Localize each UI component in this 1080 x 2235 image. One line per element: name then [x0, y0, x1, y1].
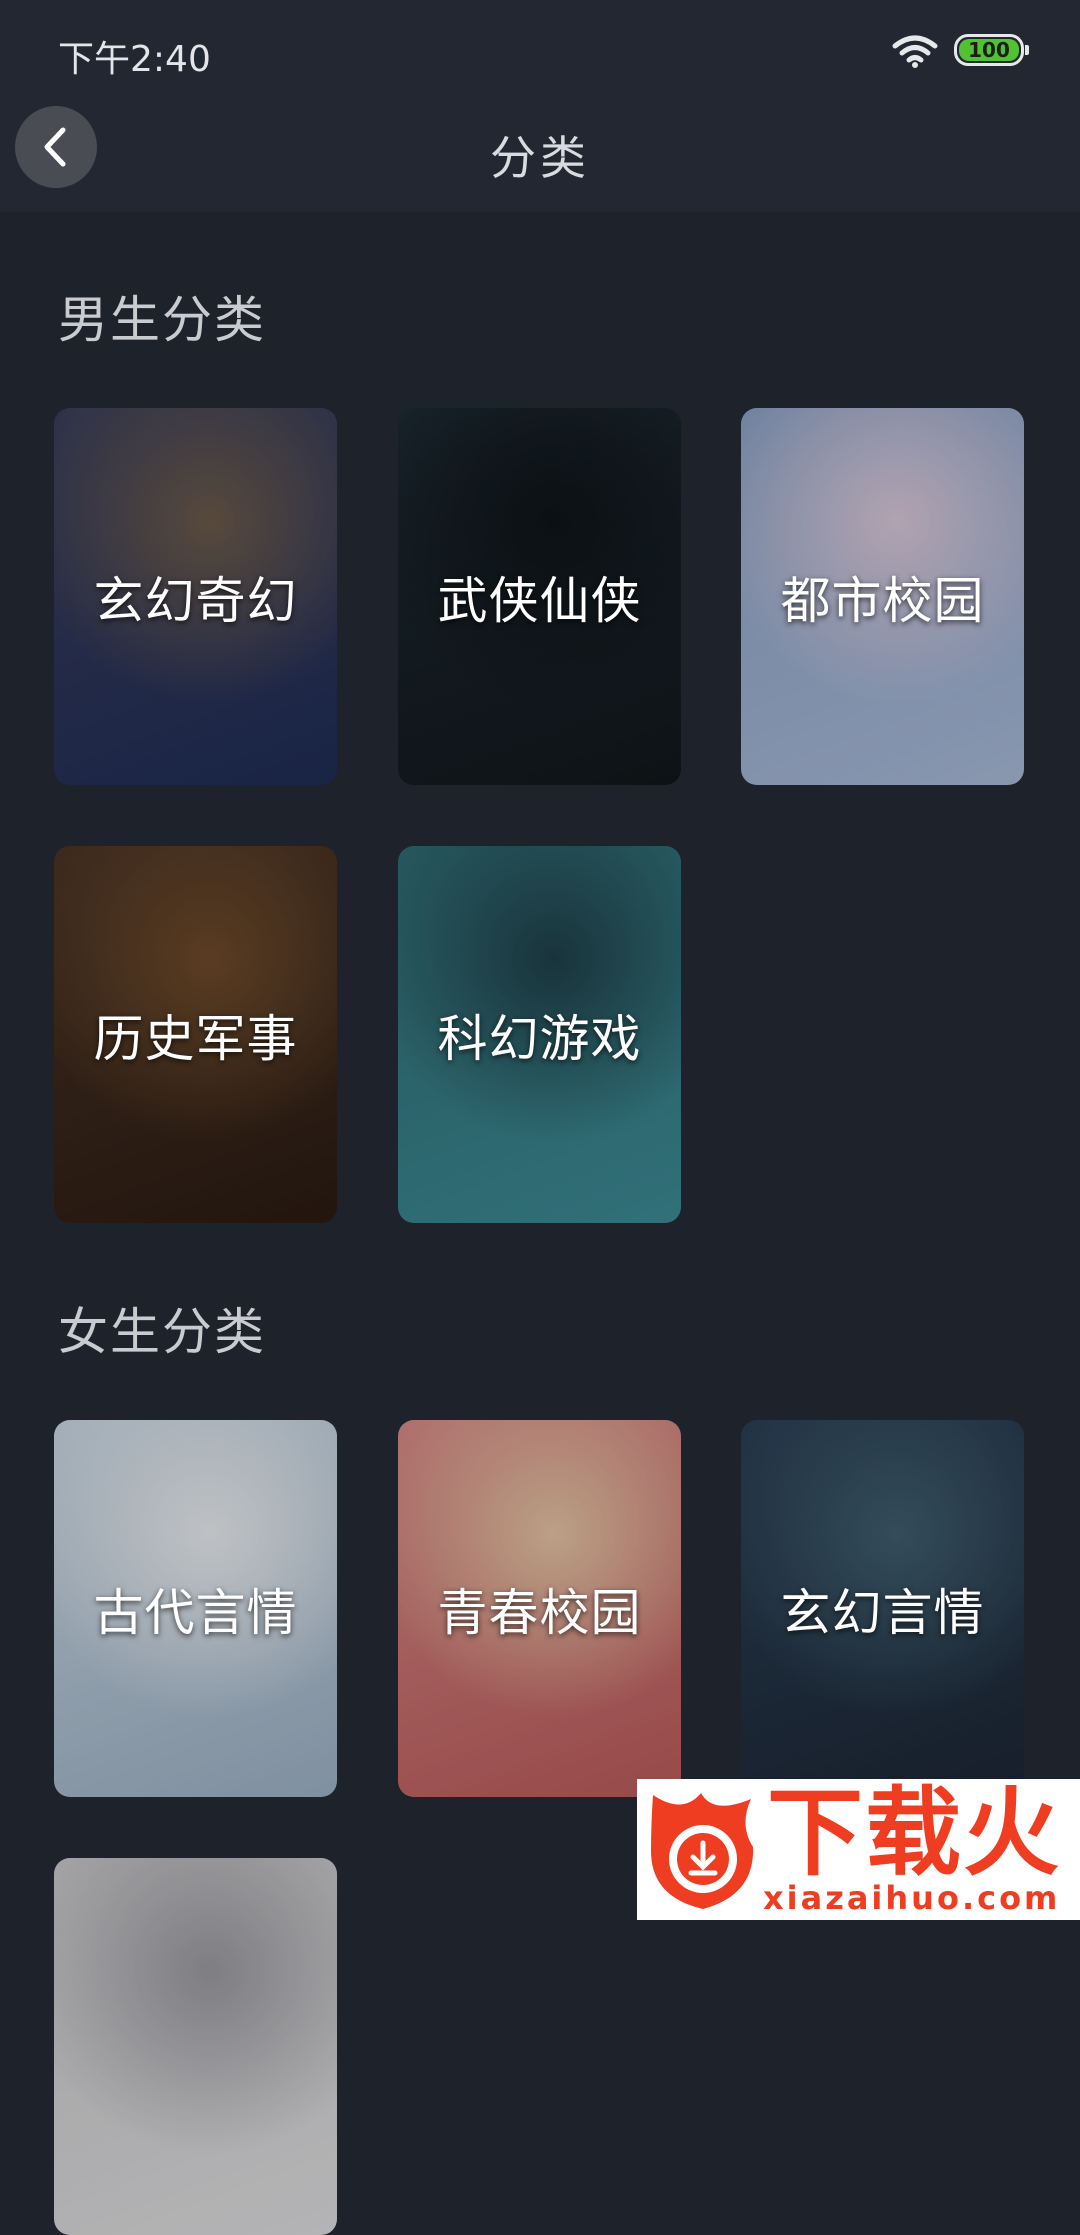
category-label: 玄幻言情 — [780, 1583, 985, 1642]
category-label: 都市校园 — [780, 571, 985, 630]
category-card[interactable]: 科幻游戏 — [398, 846, 681, 1223]
watermark-url: xiazaihuo.com — [763, 1879, 1061, 1917]
page-title: 分类 — [490, 131, 590, 185]
battery-level: 100 — [959, 39, 1019, 61]
nav-bar: 分类 — [0, 100, 1080, 212]
flame-download-logo-icon — [651, 1793, 754, 1909]
watermark: 下载火 xiazaihuo.com — [637, 1779, 1080, 1920]
status-bar: 下午2:40 100 — [0, 0, 1080, 100]
section-title-female: 女生分类 — [58, 1303, 266, 1361]
category-label: 历史军事 — [93, 1009, 298, 1068]
category-card[interactable]: 历史军事 — [54, 846, 337, 1223]
watermark-brand: 下载火 — [767, 1777, 1061, 1889]
category-label: 武侠仙侠 — [437, 571, 642, 630]
category-label: 科幻游戏 — [437, 1009, 642, 1068]
category-card[interactable]: 都市校园 — [741, 408, 1024, 785]
category-card[interactable]: 青春校园 — [398, 1420, 681, 1797]
category-card[interactable]: 玄幻言情 — [741, 1420, 1024, 1797]
category-label: 青春校园 — [437, 1583, 642, 1642]
category-card[interactable]: 玄幻奇幻 — [54, 408, 337, 785]
category-card[interactable]: 古代言情 — [54, 1420, 337, 1797]
category-label: 古代言情 — [93, 1583, 298, 1642]
status-time: 下午2:40 — [58, 39, 211, 80]
category-card[interactable]: 武侠仙侠 — [398, 408, 681, 785]
section-title-male: 男生分类 — [58, 291, 266, 349]
category-label: 玄幻奇幻 — [93, 571, 298, 630]
battery-icon: 100 — [954, 34, 1029, 66]
category-card[interactable] — [54, 1858, 337, 2235]
wifi-icon — [892, 35, 938, 68]
